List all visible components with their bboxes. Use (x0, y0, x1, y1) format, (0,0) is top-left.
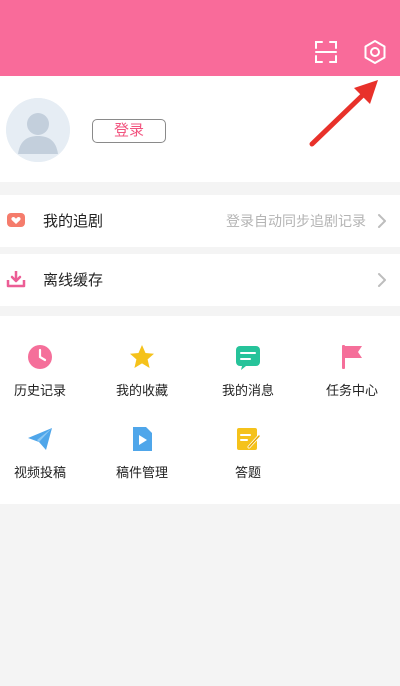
grid-item-label: 视频投稿 (13, 466, 66, 481)
annotation-arrow (300, 74, 390, 154)
list-item-my-series[interactable]: 我的追剧 登录自动同步追剧记录 (0, 195, 400, 247)
grid-item-video-upload[interactable]: 视频投稿 (0, 424, 88, 481)
heart-tv-icon (6, 210, 26, 230)
sync-hint-text: 登录自动同步追剧记录 (226, 214, 366, 230)
avatar[interactable] (6, 98, 70, 162)
grid-item-label: 答题 (234, 466, 261, 481)
grid-item-label: 我的消息 (221, 384, 274, 399)
grid-item-quiz[interactable]: 答题 (200, 424, 296, 481)
chevron-right-icon (376, 271, 388, 289)
grid-item-favorites[interactable]: 我的收藏 (94, 342, 190, 399)
download-icon (6, 269, 26, 289)
edit-note-icon (233, 424, 263, 454)
grid-item-label: 稿件管理 (115, 466, 168, 481)
top-header (0, 0, 400, 76)
grid-item-history[interactable]: 历史记录 (0, 342, 88, 399)
clock-icon (25, 342, 55, 372)
login-button[interactable]: 登录 (92, 119, 166, 143)
star-icon (127, 342, 157, 372)
settings-gear-icon[interactable] (361, 38, 389, 66)
message-icon (233, 342, 263, 372)
grid-item-label: 我的收藏 (115, 384, 168, 399)
flag-icon (337, 342, 367, 372)
grid-item-label: 任务中心 (325, 384, 378, 399)
grid-item-messages[interactable]: 我的消息 (200, 342, 296, 399)
list-item-label: 离线缓存 (43, 271, 104, 289)
grid-item-label: 历史记录 (13, 384, 66, 399)
grid-item-manuscript-management[interactable]: 稿件管理 (94, 424, 190, 481)
chevron-right-icon (376, 212, 388, 230)
list-item-label: 我的追剧 (43, 212, 104, 230)
grid-item-task-center[interactable]: 任务中心 (304, 342, 400, 399)
list-item-offline-cache[interactable]: 离线缓存 (0, 254, 400, 306)
scan-icon[interactable] (312, 38, 340, 66)
feature-grid: 历史记录 我的收藏 我的消息 任务中心 视频投稿 稿件管理 答题 (0, 316, 400, 504)
video-file-icon (127, 424, 157, 454)
paper-plane-icon (25, 424, 55, 454)
